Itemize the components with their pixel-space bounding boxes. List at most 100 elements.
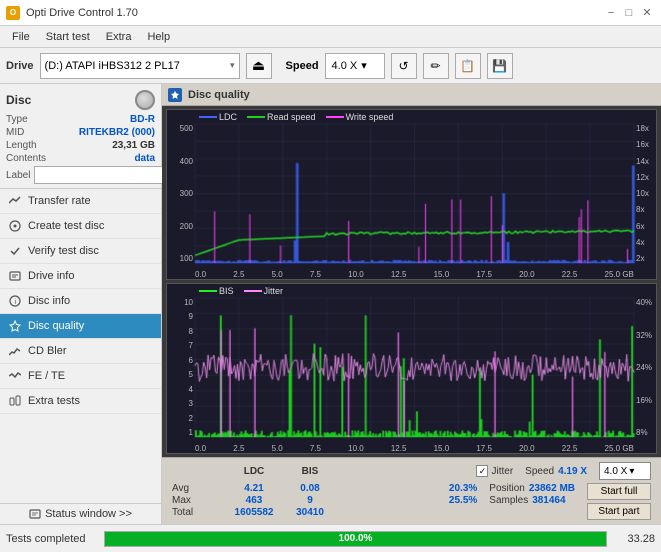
x-label-12.5: 12.5 (391, 270, 407, 279)
jitter-legend-color (244, 290, 262, 292)
samples-row: Samples 381464 (489, 495, 575, 506)
sidebar: Disc Type BD-R MID RITEKBR2 (000) Length… (0, 84, 162, 524)
max-jitter: 25.5% (449, 495, 477, 506)
drive-dropdown-arrow: ▾ (230, 60, 235, 71)
sidebar-item-disc-quality[interactable]: Disc quality (0, 314, 161, 339)
cd-bler-icon (8, 344, 22, 358)
disc-type-row: Type BD-R (6, 114, 155, 125)
ldc-legend: LDC Read speed Write speed (199, 112, 393, 122)
speed-select-stat[interactable]: 4.0 X ▾ (599, 462, 651, 480)
x-label-15: 15.0 (434, 270, 450, 279)
y-label-300: 300 (180, 189, 193, 198)
sidebar-item-extra-tests[interactable]: Extra tests (0, 389, 161, 414)
y-right-18x: 18x (636, 124, 649, 133)
status-bar: Tests completed 100.0% 33.28 (0, 524, 661, 552)
speed-key: Speed (525, 466, 554, 477)
y-right-14x: 14x (636, 157, 649, 166)
title-controls: − □ ✕ (603, 5, 655, 21)
bis-chart: BIS Jitter 10 9 8 7 6 5 4 (166, 283, 657, 454)
position-value: 23862 MB (529, 483, 575, 494)
progress-bar: 100.0% (104, 531, 607, 547)
disc-mid-row: MID RITEKBR2 (000) (6, 127, 155, 138)
total-bis: 30410 (296, 507, 324, 518)
nav-label-fe-te: FE / TE (28, 370, 65, 382)
sidebar-item-fe-te[interactable]: FE / TE (0, 364, 161, 389)
bis-legend-item: BIS (199, 286, 234, 296)
disc-quality-icon (8, 319, 22, 333)
status-window-button[interactable]: Status window >> (0, 503, 161, 524)
status-text: Tests completed (6, 533, 96, 545)
samples-label: Samples (489, 495, 528, 506)
disc-quality-header-icon (168, 88, 182, 102)
save-button[interactable]: 💾 (487, 53, 513, 79)
nav-label-transfer-rate: Transfer rate (28, 195, 91, 207)
position-row: Position 23862 MB (489, 483, 575, 494)
minimize-button[interactable]: − (603, 5, 619, 21)
mid-key: MID (6, 127, 24, 138)
start-part-button[interactable]: Start part (587, 503, 651, 520)
y-right-2x: 2x (636, 254, 644, 263)
avg-bis: 0.08 (300, 483, 319, 494)
sidebar-item-transfer-rate[interactable]: Transfer rate (0, 189, 161, 214)
x-label-20: 20.0 (519, 270, 535, 279)
maximize-button[interactable]: □ (621, 5, 637, 21)
row-labels: Avg Max Total (172, 483, 224, 518)
chart2-y-right-axis: 40% 32% 24% 16% 8% (634, 298, 656, 437)
status-window-label: Status window >> (45, 508, 132, 520)
start-buttons: Start full Start part (587, 483, 651, 520)
x-label-25: 25.0 GB (605, 270, 634, 279)
y-label-100: 100 (180, 254, 193, 263)
total-ldc: 1605582 (235, 507, 274, 518)
position-samples: Position 23862 MB Samples 381464 (489, 483, 575, 506)
label-key: Label (6, 170, 30, 181)
status-window-icon (29, 508, 41, 520)
y-right-16x: 16x (636, 140, 649, 149)
edit-button[interactable]: ✏ (423, 53, 449, 79)
title-bar-left: O Opti Drive Control 1.70 (6, 6, 138, 20)
ldc-legend-label: LDC (219, 112, 237, 122)
total-label: Total (172, 507, 224, 518)
menu-file[interactable]: File (4, 29, 38, 45)
chart1-x-axis: 0.0 2.5 5.0 7.5 10.0 12.5 15.0 17.5 20.0… (195, 270, 634, 279)
ldc-values: 4.21 463 1605582 (228, 483, 280, 518)
ldc-chart-canvas (167, 110, 656, 279)
menu-start-test[interactable]: Start test (38, 29, 98, 45)
close-button[interactable]: ✕ (639, 5, 655, 21)
jitter-checkbox[interactable]: ✓ (476, 465, 488, 477)
start-full-button[interactable]: Start full (587, 483, 651, 500)
nav-label-extra-tests: Extra tests (28, 395, 80, 407)
sidebar-item-create-test-disc[interactable]: Create test disc (0, 214, 161, 239)
sidebar-item-drive-info[interactable]: Drive info (0, 264, 161, 289)
x-label-22.5: 22.5 (562, 270, 578, 279)
position-label: Position (489, 483, 525, 494)
drive-info-icon (8, 269, 22, 283)
y-right-8x: 8x (636, 205, 644, 214)
speed-dropdown-arrow: ▾ (361, 59, 367, 72)
refresh-button[interactable]: ↺ (391, 53, 417, 79)
speed-selector[interactable]: 4.0 X ▾ (325, 53, 385, 79)
y-label-500: 500 (180, 124, 193, 133)
sidebar-item-disc-info[interactable]: i Disc info (0, 289, 161, 314)
nav-label-cd-bler: CD Bler (28, 345, 67, 357)
progress-percent: 100.0% (339, 533, 373, 544)
stats-area: LDC BIS ✓ Jitter Speed 4.19 X 4.0 X ▾ (162, 457, 661, 524)
drive-selector[interactable]: (D:) ATAPI iHBS312 2 PL17 ▾ (40, 53, 240, 79)
x-label-2.5: 2.5 (233, 270, 244, 279)
sidebar-item-verify-test-disc[interactable]: Verify test disc (0, 239, 161, 264)
menu-help[interactable]: Help (139, 29, 178, 45)
main-layout: Disc Type BD-R MID RITEKBR2 (000) Length… (0, 84, 661, 524)
sidebar-item-cd-bler[interactable]: CD Bler (0, 339, 161, 364)
eject-button[interactable]: ⏏ (246, 53, 272, 79)
drive-label: Drive (6, 60, 34, 72)
ldc-col-header: LDC (228, 466, 280, 477)
speed-val: 4.19 X (558, 466, 587, 477)
drive-toolbar: Drive (D:) ATAPI iHBS312 2 PL17 ▾ ⏏ Spee… (0, 48, 661, 84)
menu-extra[interactable]: Extra (98, 29, 140, 45)
copy-button[interactable]: 📋 (455, 53, 481, 79)
drive-name: (D:) ATAPI iHBS312 2 PL17 (45, 60, 226, 72)
disc-quality-title: Disc quality (188, 89, 250, 101)
status-time: 33.28 (615, 533, 655, 545)
chart2-x-axis: 0.0 2.5 5.0 7.5 10.0 12.5 15.0 17.5 20.0… (195, 444, 634, 453)
transfer-rate-icon (8, 194, 22, 208)
label-input[interactable] (34, 166, 172, 184)
